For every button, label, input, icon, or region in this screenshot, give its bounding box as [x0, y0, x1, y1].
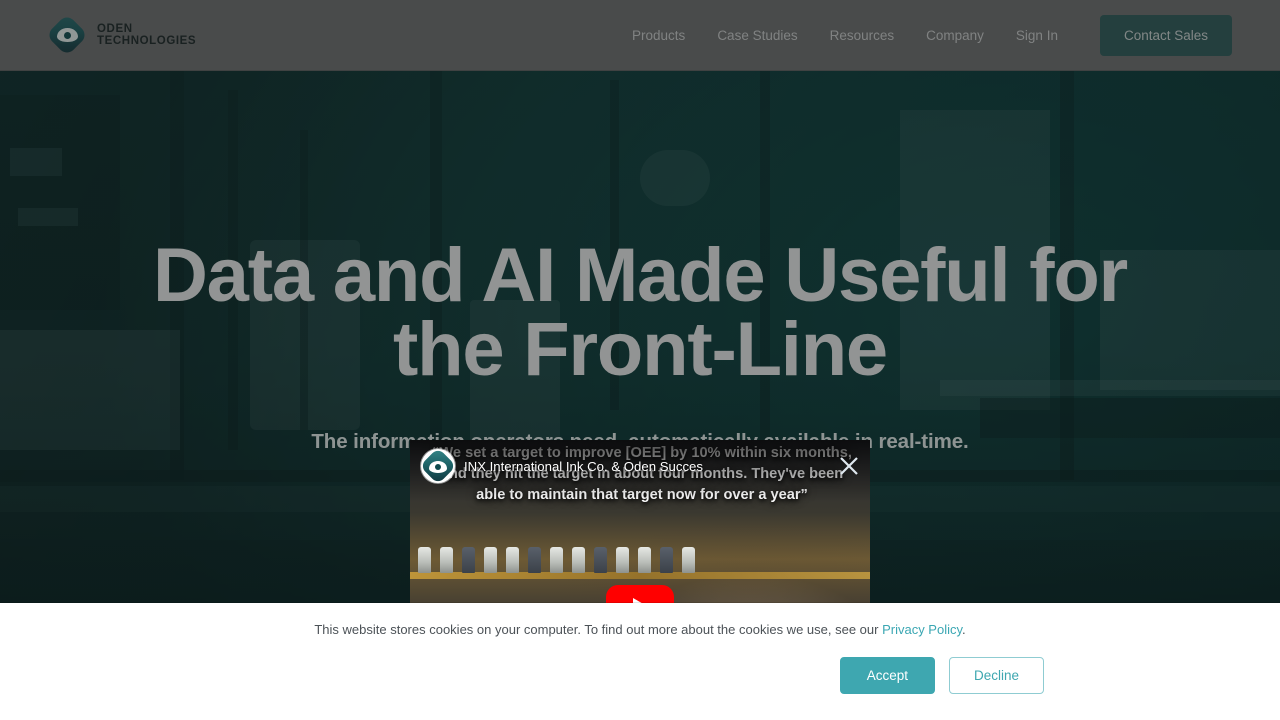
- video-title[interactable]: INX International Ink Co. & Oden Succes: [464, 459, 830, 474]
- accept-button[interactable]: Accept: [839, 657, 935, 694]
- privacy-policy-link[interactable]: Privacy Policy: [882, 622, 962, 637]
- video-title-bar: INX International Ink Co. & Oden Succes: [410, 448, 870, 484]
- cookie-message: This website stores cookies on your comp…: [0, 622, 1280, 637]
- close-x-icon[interactable]: [836, 453, 862, 479]
- cookie-actions: Accept Decline: [839, 657, 1044, 694]
- page-root: Data and AI Made Useful for the Front-Li…: [0, 0, 1280, 720]
- cookie-message-period: .: [962, 622, 966, 637]
- cookie-message-text: This website stores cookies on your comp…: [314, 622, 883, 637]
- cookie-consent-banner: This website stores cookies on your comp…: [0, 603, 1280, 720]
- oden-eye-diamond-logo-icon[interactable]: [421, 449, 455, 483]
- decline-button[interactable]: Decline: [948, 657, 1044, 694]
